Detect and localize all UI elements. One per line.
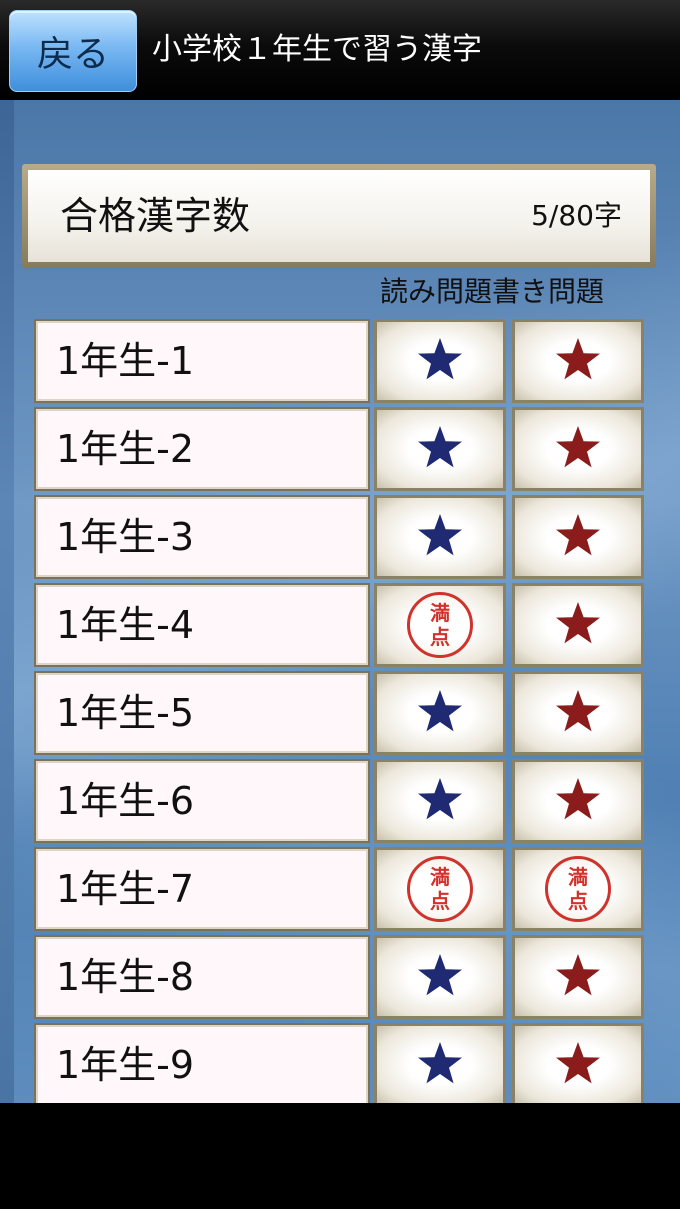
reading-quiz-button[interactable]: [374, 495, 506, 579]
reading-quiz-button[interactable]: [374, 407, 506, 491]
set-row: 1年生-5: [34, 671, 648, 759]
writing-quiz-button[interactable]: [512, 671, 644, 755]
reading-quiz-button[interactable]: [374, 935, 506, 1019]
score-count: 5/80字: [531, 199, 622, 232]
set-button[interactable]: 1年生-8: [34, 935, 370, 1019]
page-title: 小学校１年生で習う漢字: [152, 32, 482, 67]
stamp-char: 点: [430, 889, 450, 913]
writing-quiz-button[interactable]: [512, 495, 644, 579]
perfect-stamp-icon: 満点: [407, 856, 473, 922]
stamp-char: 点: [430, 625, 450, 649]
star-icon: [554, 776, 602, 826]
back-button[interactable]: 戻る: [9, 10, 137, 92]
set-button[interactable]: 1年生-7: [34, 847, 370, 931]
main-content[interactable]: 合格漢字数 5/80字 読み問題書き問題 1年生-1 1年生-2 1年生-3 1年生-…: [0, 100, 680, 1103]
perfect-stamp-icon: 満点: [545, 856, 611, 922]
set-button[interactable]: 1年生-3: [34, 495, 370, 579]
set-button[interactable]: 1年生-1: [34, 319, 370, 403]
stamp-char: 満: [430, 601, 450, 625]
column-header-reading: 読み問題: [380, 275, 493, 308]
reading-quiz-button[interactable]: [374, 671, 506, 755]
star-icon: [416, 512, 464, 562]
reading-quiz-button[interactable]: 満点: [374, 847, 506, 931]
star-icon: [416, 776, 464, 826]
set-row: 1年生-7 満点満点: [34, 847, 648, 935]
star-icon: [416, 336, 464, 386]
set-row: 1年生-1: [34, 319, 648, 407]
writing-quiz-button[interactable]: [512, 319, 644, 403]
star-icon: [554, 512, 602, 562]
star-icon: [554, 336, 602, 386]
reading-quiz-button[interactable]: [374, 319, 506, 403]
column-header-writing: 書き問題: [492, 275, 605, 308]
set-row: 1年生-6: [34, 759, 648, 847]
star-icon: [554, 424, 602, 474]
star-icon: [554, 1040, 602, 1090]
writing-quiz-button[interactable]: [512, 407, 644, 491]
set-button[interactable]: 1年生-5: [34, 671, 370, 755]
set-row: 1年生-3: [34, 495, 648, 583]
stamp-char: 満: [430, 865, 450, 889]
star-icon: [416, 952, 464, 1002]
star-icon: [554, 952, 602, 1002]
writing-quiz-button[interactable]: 満点: [512, 847, 644, 931]
column-headers: 読み問題書き問題: [380, 272, 604, 312]
score-panel: 合格漢字数 5/80字: [22, 164, 656, 268]
star-icon: [554, 600, 602, 650]
set-row: 1年生-2: [34, 407, 648, 495]
score-label: 合格漢字数: [60, 194, 251, 238]
reading-quiz-button[interactable]: [374, 759, 506, 843]
star-icon: [416, 1040, 464, 1090]
score-panel-inner: 合格漢字数 5/80字: [28, 170, 650, 262]
left-edge-decoration: [0, 100, 14, 1103]
bottom-black-area: [0, 1103, 680, 1209]
title-bar: 戻る 小学校１年生で習う漢字: [0, 0, 680, 100]
set-list: 1年生-1 1年生-2 1年生-3 1年生-4 満点 1年生-5 1年生-6 1年生-7 満点満…: [34, 319, 648, 1103]
set-button[interactable]: 1年生-4: [34, 583, 370, 667]
writing-quiz-button[interactable]: [512, 935, 644, 1019]
set-row: 1年生-9: [34, 1023, 648, 1103]
perfect-stamp-icon: 満点: [407, 592, 473, 658]
set-button[interactable]: 1年生-2: [34, 407, 370, 491]
writing-quiz-button[interactable]: [512, 1023, 644, 1103]
writing-quiz-button[interactable]: [512, 759, 644, 843]
stamp-char: 点: [568, 889, 588, 913]
reading-quiz-button[interactable]: [374, 1023, 506, 1103]
reading-quiz-button[interactable]: 満点: [374, 583, 506, 667]
star-icon: [416, 688, 464, 738]
set-row: 1年生-8: [34, 935, 648, 1023]
star-icon: [416, 424, 464, 474]
star-icon: [554, 688, 602, 738]
set-button[interactable]: 1年生-6: [34, 759, 370, 843]
writing-quiz-button[interactable]: [512, 583, 644, 667]
set-row: 1年生-4 満点: [34, 583, 648, 671]
stamp-char: 満: [568, 865, 588, 889]
set-button[interactable]: 1年生-9: [34, 1023, 370, 1103]
